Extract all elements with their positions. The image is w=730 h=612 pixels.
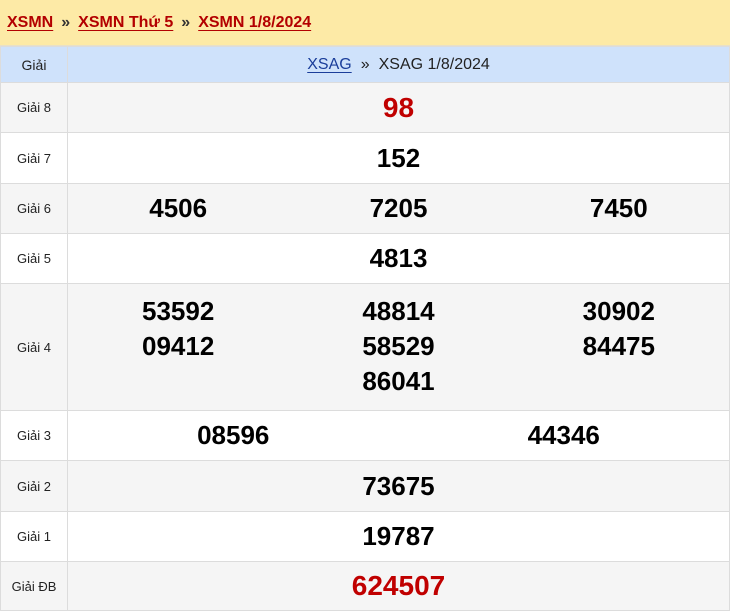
prize-row-g5: Giải 5 4813 <box>0 233 730 284</box>
special-prize-number: 624507 <box>351 570 446 601</box>
prize-label: Giải ĐB <box>0 561 68 611</box>
breadcrumb-separator: » <box>61 13 71 31</box>
lottery-results-page: XSMN » XSMN Thứ 5 » XSMN 1/8/2024 Giải X… <box>0 0 730 612</box>
prize-row-special: Giải ĐB 624507 <box>0 561 730 611</box>
prize-number: 53592 <box>142 295 215 326</box>
prize-row-g6: Giải 6 4506 7205 7450 <box>0 183 730 234</box>
prize-number: 152 <box>376 142 421 173</box>
results-header-row: Giải XSAG » XSAG 1/8/2024 <box>0 46 730 83</box>
prize-number: 09412 <box>142 330 215 361</box>
header-title: XSAG 1/8/2024 <box>378 55 490 73</box>
results-table: Giải XSAG » XSAG 1/8/2024 Giải 8 98 Giải 7… <box>0 46 730 611</box>
header-title-cell: XSAG » XSAG 1/8/2024 <box>67 46 730 83</box>
prize-label: Giải 7 <box>0 132 68 184</box>
prize-number: 86041 <box>362 365 435 396</box>
prize-number: 58529 <box>362 330 435 361</box>
prize-row-g3: Giải 3 08596 44346 <box>0 410 730 461</box>
prize-label: Giải 8 <box>0 82 68 133</box>
prize-label: Giải 4 <box>0 283 68 411</box>
prize-label: Giải 6 <box>0 183 68 234</box>
header-label: Giải <box>0 46 68 83</box>
breadcrumb-link-xsmn-date[interactable]: XSMN 1/8/2024 <box>198 14 311 32</box>
province-link-xsag[interactable]: XSAG <box>307 56 351 73</box>
header-separator: » <box>360 55 370 73</box>
prize-number: 44346 <box>527 420 600 450</box>
prize-number: 19787 <box>362 521 435 551</box>
breadcrumb-separator: » <box>181 13 191 31</box>
prize-label: Giải 2 <box>0 460 68 512</box>
prize-number: 84475 <box>582 330 655 361</box>
prize-row-g7: Giải 7 152 <box>0 132 730 184</box>
prize-number: 08596 <box>197 420 270 450</box>
prize-number: 30902 <box>582 295 655 326</box>
prize-number: 7205 <box>369 193 428 223</box>
prize-number: 7450 <box>589 193 648 223</box>
prize-number: 98 <box>382 91 415 123</box>
breadcrumb-link-xsmn-thu5[interactable]: XSMN Thứ 5 <box>78 14 173 32</box>
prize-number: 48814 <box>362 295 435 326</box>
breadcrumb-link-xsmn[interactable]: XSMN <box>7 14 53 32</box>
prize-label: Giải 5 <box>0 233 68 284</box>
prize-row-g8: Giải 8 98 <box>0 82 730 133</box>
prize-label: Giải 1 <box>0 511 68 562</box>
prize-number: 73675 <box>362 470 435 501</box>
prize-label: Giải 3 <box>0 410 68 461</box>
prize-number: 4506 <box>149 193 208 223</box>
prize-row-g1: Giải 1 19787 <box>0 511 730 562</box>
prize-number: 4813 <box>369 243 428 273</box>
prize-row-g2: Giải 2 73675 <box>0 460 730 512</box>
breadcrumb: XSMN » XSMN Thứ 5 » XSMN 1/8/2024 <box>0 0 730 46</box>
prize-row-g4: Giải 4 53592 48814 30902 09412 58529 844… <box>0 283 730 411</box>
